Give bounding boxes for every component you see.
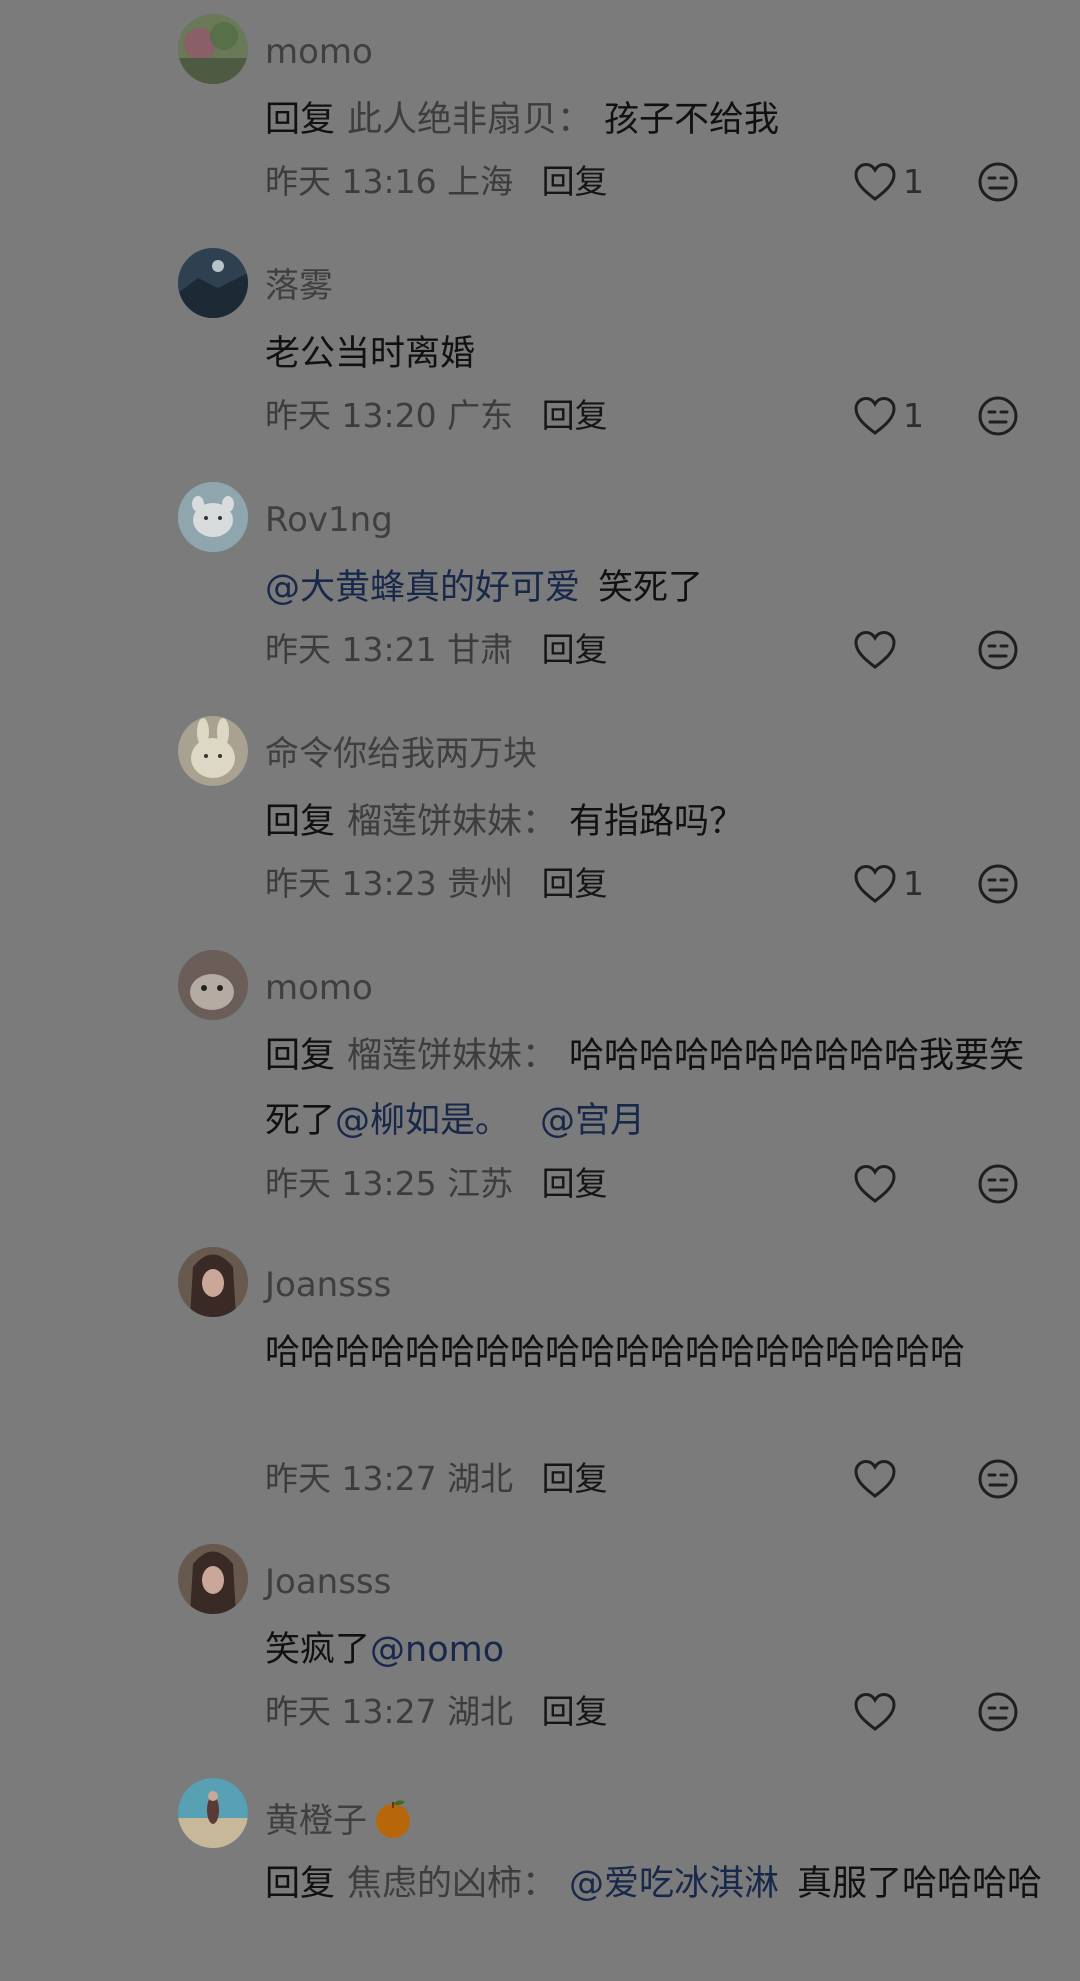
heart-outline-icon[interactable]: [853, 1692, 897, 1732]
comment-location: 广东: [447, 396, 514, 435]
reply-button[interactable]: 回复: [542, 1459, 608, 1498]
heart-outline-icon[interactable]: [853, 162, 897, 202]
comment-item: momo 回复 此人绝非扇贝： 孩子不给我 昨天 13:16 上海 回复 1: [0, 14, 1080, 234]
meh-face-icon[interactable]: [977, 629, 1019, 671]
heart-outline-icon[interactable]: [853, 630, 897, 670]
mention-link[interactable]: @柳如是。: [335, 1101, 510, 1141]
heart-outline-icon[interactable]: [853, 1164, 897, 1204]
avatar[interactable]: [178, 1778, 248, 1848]
comment-time: 昨天 13:23: [265, 864, 437, 903]
reply-target[interactable]: 榴莲饼妹妹：: [347, 802, 557, 842]
avatar[interactable]: [178, 1544, 248, 1614]
comment-username[interactable]: Rov1ng: [265, 500, 393, 540]
comment-time: 昨天 13:27: [265, 1459, 437, 1498]
comment-meta: 昨天 13:25 江苏 回复: [265, 1164, 608, 1204]
reply-button[interactable]: 回复: [542, 396, 608, 435]
comment-item: 黄橙子 回复 焦虑的凶柿： @爱吃冰淇淋 真服了哈哈哈哈: [0, 1778, 1080, 1978]
comment-username[interactable]: momo: [265, 968, 373, 1008]
reply-button[interactable]: 回复: [542, 630, 608, 669]
reply-prefix: 回复: [265, 1036, 336, 1076]
comment-body: 有指路吗？: [569, 802, 745, 842]
meh-face-icon[interactable]: [977, 161, 1019, 203]
comment-location: 贵州: [447, 864, 514, 903]
comment-text: 回复 此人绝非扇贝： 孩子不给我: [265, 88, 1045, 153]
avatar[interactable]: [178, 716, 248, 786]
heart-outline-icon[interactable]: [853, 864, 897, 904]
avatar[interactable]: [178, 14, 248, 84]
avatar[interactable]: [178, 248, 248, 318]
avatar[interactable]: [178, 482, 248, 552]
mention-link[interactable]: @nomo: [370, 1630, 504, 1670]
comment-meta: 昨天 13:27 湖北 回复: [265, 1692, 608, 1732]
avatar[interactable]: [178, 1247, 248, 1317]
reply-button[interactable]: 回复: [542, 864, 608, 903]
comment-location: 湖北: [447, 1692, 514, 1731]
comment-meta: 昨天 13:16 上海 回复: [265, 162, 608, 202]
comment-item: 落雾 老公当时离婚 昨天 13:20 广东 回复 1: [0, 248, 1080, 468]
comment-body: 孩子不给我: [604, 100, 780, 140]
reply-target[interactable]: 榴莲饼妹妹：: [347, 1036, 557, 1076]
comment-item: Joansss 笑疯了@nomo 昨天 13:27 湖北 回复: [0, 1544, 1080, 1764]
reply-prefix: 回复: [265, 1864, 336, 1904]
reply-prefix: 回复: [265, 802, 336, 842]
heart-outline-icon[interactable]: [853, 1459, 897, 1499]
comment-location: 湖北: [447, 1459, 514, 1498]
comment-item: momo 回复 榴莲饼妹妹： 哈哈哈哈哈哈哈哈哈哈我要笑死了@柳如是。 @宫月 昨天 …: [0, 950, 1080, 1240]
meh-face-icon[interactable]: [977, 863, 1019, 905]
comment-location: 江苏: [447, 1164, 514, 1203]
reply-prefix: 回复: [265, 100, 336, 140]
comment-time: 昨天 13:20: [265, 396, 437, 435]
comment-meta: 昨天 13:20 广东 回复: [265, 396, 608, 436]
mention-link[interactable]: @爱吃冰淇淋: [569, 1864, 779, 1904]
avatar[interactable]: [178, 950, 248, 1020]
comment-body: 真服了哈哈哈哈: [797, 1864, 1043, 1904]
comment-location: 甘肃: [447, 630, 514, 669]
comment-text: 回复 榴莲饼妹妹： 有指路吗？: [265, 790, 1045, 855]
comment-location: 上海: [447, 162, 514, 201]
comment-text: 老公当时离婚: [265, 334, 476, 374]
mention-link[interactable]: @大黄蜂真的好可爱: [265, 568, 580, 608]
comment-item: 命令你给我两万块 回复 榴莲饼妹妹： 有指路吗？ 昨天 13:23 贵州 回复 1: [0, 716, 1080, 936]
comment-time: 昨天 13:16: [265, 162, 437, 201]
comment-time: 昨天 13:21: [265, 630, 437, 669]
comment-username[interactable]: 落雾: [265, 266, 333, 306]
comment-item: Joansss 哈哈哈哈哈哈哈哈哈哈哈哈哈哈哈哈哈哈哈哈 昨天 13:27 湖北…: [0, 1247, 1080, 1537]
reply-target[interactable]: 此人绝非扇贝：: [347, 100, 592, 140]
username-text[interactable]: 黄橙子: [265, 1801, 367, 1841]
comment-meta: 昨天 13:27 湖北 回复: [265, 1459, 608, 1499]
comment-meta: 昨天 13:21 甘肃 回复: [265, 630, 608, 670]
orange-emoji-icon: [371, 1796, 415, 1840]
like-count: 1: [903, 162, 924, 201]
comment-text: 回复 焦虑的凶柿： @爱吃冰淇淋 真服了哈哈哈哈: [265, 1852, 1045, 1917]
comment-time: 昨天 13:27: [265, 1692, 437, 1731]
comment-username: 黄橙子: [265, 1796, 415, 1841]
comment-body: 笑疯了: [265, 1630, 371, 1670]
heart-outline-icon[interactable]: [853, 396, 897, 436]
comment-username[interactable]: momo: [265, 32, 373, 72]
reply-button[interactable]: 回复: [542, 1164, 608, 1203]
reply-button[interactable]: 回复: [542, 1692, 608, 1731]
reply-button[interactable]: 回复: [542, 162, 608, 201]
mention-link[interactable]: @宫月: [540, 1101, 645, 1141]
reply-target[interactable]: 焦虑的凶柿：: [347, 1864, 557, 1904]
meh-face-icon[interactable]: [977, 1691, 1019, 1733]
like-count: 1: [903, 396, 924, 435]
comment-meta: 昨天 13:23 贵州 回复: [265, 864, 608, 904]
comment-text: 回复 榴莲饼妹妹： 哈哈哈哈哈哈哈哈哈哈我要笑死了@柳如是。 @宫月: [265, 1024, 1045, 1154]
comment-text: 哈哈哈哈哈哈哈哈哈哈哈哈哈哈哈哈哈哈哈哈: [265, 1333, 966, 1373]
meh-face-icon[interactable]: [977, 395, 1019, 437]
meh-face-icon[interactable]: [977, 1163, 1019, 1205]
comment-time: 昨天 13:25: [265, 1164, 437, 1203]
like-count: 1: [903, 864, 924, 903]
comment-username[interactable]: 命令你给我两万块: [265, 734, 537, 774]
comment-item: Rov1ng @大黄蜂真的好可爱 笑死了 昨天 13:21 甘肃 回复: [0, 482, 1080, 702]
comment-text: @大黄蜂真的好可爱 笑死了: [265, 556, 1045, 621]
meh-face-icon[interactable]: [977, 1458, 1019, 1500]
comment-body: 笑死了: [598, 568, 704, 608]
comment-text: 笑疯了@nomo: [265, 1618, 1045, 1683]
comment-username[interactable]: Joansss: [265, 1562, 391, 1602]
comment-username[interactable]: Joansss: [265, 1265, 391, 1305]
